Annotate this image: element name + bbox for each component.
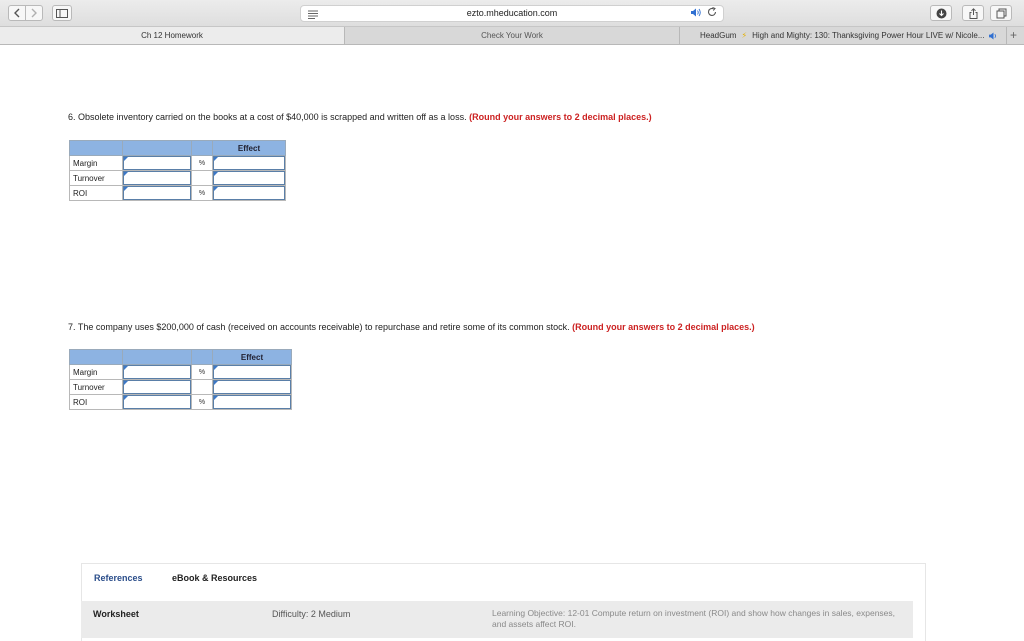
question-6-table: Effect Margin % Turnover ROI % [69,140,286,201]
share-button[interactable] [962,5,984,21]
sidebar-icon [56,8,68,18]
header-blank [122,140,192,156]
unit-label [191,379,213,395]
unit-label: % [191,364,213,380]
question-text: 6. Obsolete inventory carried on the boo… [68,112,467,122]
download-icon [936,8,946,18]
effect-header: Effect [212,349,292,365]
unit-label [191,170,213,186]
roi-value-input[interactable] [123,395,191,409]
turnover-value-input[interactable] [123,380,191,394]
tab-audio-icon[interactable] [988,31,998,40]
header-blank [191,349,213,365]
back-button[interactable] [8,5,26,21]
roi-value-input[interactable] [123,186,191,200]
unit-label: % [191,185,213,201]
tab-bar: Ch 12 Homework Check Your Work HeadGum ⚡… [0,27,1024,45]
share-icon [969,7,977,19]
tab-check-your-work[interactable]: Check Your Work [345,27,680,44]
header-blank [69,140,123,156]
table-row: Margin % [69,364,292,380]
effect-header: Effect [212,140,286,156]
table-row: ROI % [69,394,292,410]
tab-ebook-resources[interactable]: eBook & Resources [172,573,257,583]
tab-label-title: High and Mighty: 130: Thanksgiving Power… [752,31,985,40]
header-blank [122,349,192,365]
row-label: Turnover [69,170,123,186]
margin-value-input[interactable] [123,365,191,379]
table-row: Turnover [69,170,286,186]
margin-value-input[interactable] [123,156,191,170]
table-row: Turnover [69,379,292,395]
tab-references[interactable]: References [94,573,143,583]
chevron-left-icon [14,8,20,18]
row-label: ROI [69,185,123,201]
header-blank [191,140,213,156]
question-7-table: Effect Margin % Turnover ROI % [69,349,292,410]
chevron-right-icon [31,8,37,18]
worksheet-label: Worksheet [93,609,139,619]
header-blank [69,349,123,365]
turnover-effect-dropdown[interactable] [213,171,285,185]
reload-icon[interactable] [707,7,717,17]
margin-effect-dropdown[interactable] [213,156,285,170]
question-text: 7. The company uses $200,000 of cash (re… [68,322,570,332]
turnover-effect-dropdown[interactable] [213,380,291,394]
tab-headgum[interactable]: HeadGum ⚡ High and Mighty: 130: Thanksgi… [680,27,1007,44]
forward-button[interactable] [25,5,43,21]
references-row: Worksheet Difficulty: 2 Medium Learning … [81,601,913,638]
tab-label: Check Your Work [481,31,543,40]
address-url: ezto.mheducation.com [466,8,558,18]
rounding-hint: (Round your answers to 2 decimal places.… [572,322,755,332]
unit-label: % [191,394,213,410]
downloads-button[interactable] [930,5,952,21]
new-tab-button[interactable]: + [1010,28,1017,42]
tab-label-site: HeadGum [700,31,737,40]
show-tabs-button[interactable] [990,5,1012,21]
table-row: ROI % [69,185,286,201]
row-label: Margin [69,364,123,380]
table-row: Margin % [69,155,286,171]
row-label: Turnover [69,379,123,395]
lightning-icon: ⚡ [741,31,748,40]
turnover-value-input[interactable] [123,171,191,185]
roi-effect-dropdown[interactable] [213,395,291,409]
difficulty-label: Difficulty: 2 Medium [272,609,351,619]
roi-effect-dropdown[interactable] [213,186,285,200]
tab-ch12-homework[interactable]: Ch 12 Homework [0,27,345,44]
learning-objective: Learning Objective: 12-01 Compute return… [492,608,896,629]
tab-label: Ch 12 Homework [141,31,203,40]
row-label: ROI [69,394,123,410]
sidebar-toggle-button[interactable] [52,5,72,21]
row-label: Margin [69,155,123,171]
browser-toolbar: ezto.mheducation.com [0,0,1024,27]
rounding-hint: (Round your answers to 2 decimal places.… [469,112,652,122]
margin-effect-dropdown[interactable] [213,365,291,379]
address-bar[interactable]: ezto.mheducation.com [300,5,724,22]
speaker-icon[interactable] [691,8,701,17]
question-7-prompt: 7. The company uses $200,000 of cash (re… [68,322,755,332]
tabs-overview-icon [996,8,1006,18]
question-6-prompt: 6. Obsolete inventory carried on the boo… [68,112,652,122]
unit-label: % [191,155,213,171]
